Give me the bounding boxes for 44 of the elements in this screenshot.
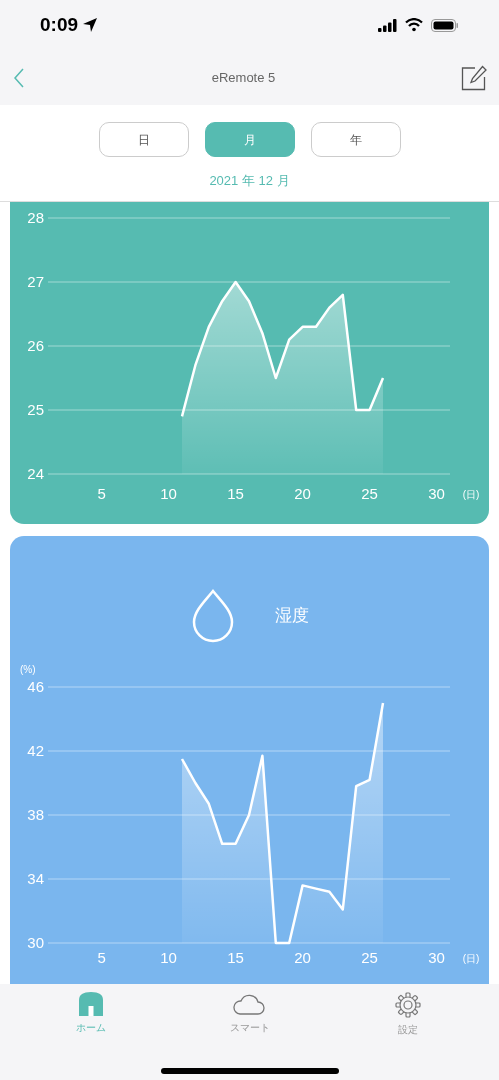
y-tick-label: 24 (27, 465, 44, 482)
y-tick-label: 42 (27, 742, 44, 759)
tab-bar-item[interactable]: スマート (174, 984, 325, 1080)
y-tick-label: 46 (27, 678, 44, 695)
axis-unit-label: (%) (20, 664, 36, 675)
x-tick-label: 25 (361, 485, 378, 502)
edit-icon[interactable] (461, 64, 487, 91)
wifi-icon (405, 18, 423, 32)
tab-bar-item[interactable]: ホーム (16, 984, 166, 1080)
x-tick-label: 30 (428, 485, 445, 502)
x-tick-label: 5 (97, 949, 106, 966)
battery-icon (431, 18, 459, 32)
y-tick-label: 25 (27, 401, 44, 418)
y-tick-label: 30 (27, 934, 44, 951)
x-tick-label: 10 (160, 949, 177, 966)
x-tick-label: 10 (160, 485, 177, 502)
axis-unit-label: (日) (462, 953, 480, 964)
tab-bar-item[interactable]: 設定 (333, 984, 483, 1080)
y-tick-label: 26 (27, 337, 44, 354)
y-tick-label: 28 (27, 209, 44, 226)
gear-icon (395, 992, 421, 1018)
x-tick-label: 15 (227, 485, 244, 502)
y-tick-label: 34 (27, 870, 44, 887)
water-drop-icon (190, 589, 235, 643)
signal-icon (378, 18, 397, 32)
period-label: 2021 年 12 月 (208, 172, 291, 190)
period-tab[interactable]: 年 (310, 122, 401, 157)
x-tick-label: 20 (294, 485, 311, 502)
x-tick-label: 5 (97, 485, 106, 502)
y-tick-label: 38 (27, 806, 44, 823)
status-time: 0:09 (40, 12, 79, 37)
period-tab[interactable]: 日 (98, 122, 189, 157)
home-icon (79, 992, 103, 1016)
x-tick-label: 25 (361, 949, 378, 966)
location-arrow-icon (82, 17, 99, 33)
x-tick-label: 30 (428, 949, 445, 966)
card-title: 湿度 (274, 605, 309, 628)
axis-unit-label: (日) (462, 489, 480, 500)
y-tick-label: 27 (27, 273, 44, 290)
x-tick-label: 20 (294, 949, 311, 966)
x-tick-label: 15 (227, 949, 244, 966)
cloud-icon (233, 992, 266, 1016)
screen-title: eRemote 5 (211, 68, 276, 87)
period-tab[interactable]: 月 (204, 122, 295, 157)
